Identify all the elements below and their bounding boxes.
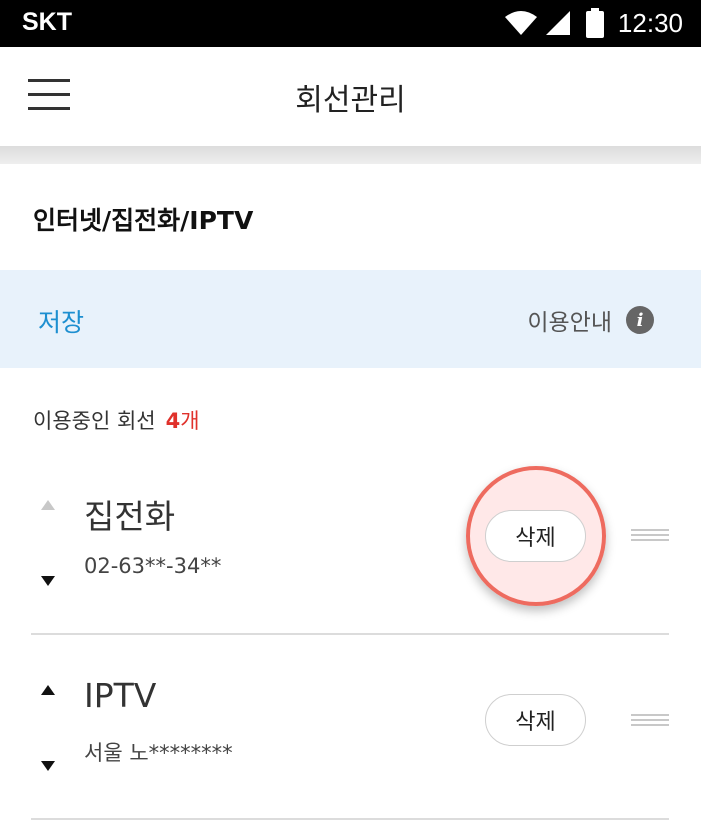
page-title: 회선관리 [295, 83, 406, 118]
move-down-arrow-icon[interactable] [41, 761, 55, 771]
divider [31, 818, 669, 820]
drag-handle-icon[interactable] [631, 714, 669, 728]
status-bar: SKT 12:30 [0, 0, 701, 47]
battery-icon [585, 8, 604, 38]
line-name: 집전화 [84, 497, 176, 536]
drag-handle-icon[interactable] [631, 529, 669, 543]
count-label: 이용중인 회선 [33, 409, 156, 433]
active-lines-count: 이용중인 회선 4개 [33, 405, 200, 435]
status-icons: 12:30 [504, 6, 683, 40]
signal-icon [545, 11, 570, 35]
line-number: 서울 노******** [84, 741, 233, 765]
move-down-arrow-icon[interactable] [41, 576, 55, 586]
action-bar: 저장 이용안내 i [0, 270, 701, 368]
line-name: IPTV [84, 676, 157, 715]
move-up-arrow-icon[interactable] [41, 500, 55, 510]
section-title: 인터넷/집전화/IPTV [33, 206, 254, 235]
delete-button[interactable]: 삭제 [485, 510, 586, 562]
count-number: 4 [165, 409, 181, 433]
app-bar: 회선관리 [0, 47, 701, 146]
carrier-label: SKT [22, 8, 72, 36]
wifi-icon [504, 11, 537, 35]
line-number: 02-63**-34** [84, 554, 222, 578]
list-item: 집전화 02-63**-34** 삭제 [0, 450, 701, 635]
appbar-shadow [0, 146, 701, 164]
delete-button[interactable]: 삭제 [485, 694, 586, 746]
move-up-arrow-icon[interactable] [41, 685, 55, 695]
save-button[interactable]: 저장 [38, 303, 84, 339]
clock: 12:30 [617, 7, 683, 38]
list-item: IPTV 서울 노******** 삭제 [0, 635, 701, 820]
usage-guide-label: 이용안내 [527, 310, 612, 336]
count-unit: 개 [180, 409, 200, 433]
info-icon: i [626, 306, 654, 334]
usage-guide-link[interactable]: 이용안내 i [527, 303, 654, 337]
